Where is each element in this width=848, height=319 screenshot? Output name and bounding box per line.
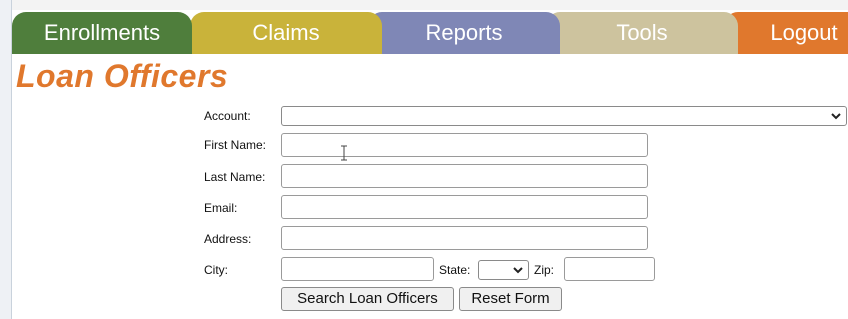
zip-input[interactable] [564,257,655,281]
tab-logout[interactable]: Logout [724,12,848,54]
chevron-down-icon [513,267,523,274]
tab-enrollments-label: Enrollments [43,20,161,45]
first-name-input[interactable] [281,133,648,157]
email-input[interactable] [281,195,648,219]
text-cursor-icon [341,145,347,161]
page-title: Loan Officers [16,58,229,94]
top-strip [12,0,848,10]
tab-tools-label: Tools [616,20,668,45]
search-loan-officers-button[interactable]: Search Loan Officers [281,287,454,311]
tab-reports-label: Reports [425,20,503,45]
account-label: Account: [204,109,251,123]
reset-form-button[interactable]: Reset Form [459,287,562,311]
last-name-input[interactable] [281,164,648,188]
window-left-edge [0,0,12,319]
state-label: State: [439,263,471,277]
address-label: Address: [204,232,252,246]
account-select[interactable] [281,106,847,126]
last-name-label: Last Name: [204,170,266,184]
tab-enrollments[interactable]: Enrollments [12,12,192,54]
tab-claims[interactable]: Claims [190,12,382,54]
first-name-label: First Name: [204,138,267,152]
tab-tools[interactable]: Tools [546,12,738,54]
zip-label: Zip: [534,263,555,277]
chevron-down-icon [831,113,841,120]
city-input[interactable] [281,257,434,281]
city-label: City: [204,263,228,277]
address-input[interactable] [281,226,648,250]
tab-claims-label: Claims [252,20,320,45]
tab-logout-label: Logout [770,20,838,45]
tab-reports[interactable]: Reports [368,12,560,54]
state-select[interactable] [478,260,529,280]
email-label: Email: [204,201,238,215]
main-nav-tabs: Logout Tools Reports Claims Enrollments [12,12,848,54]
